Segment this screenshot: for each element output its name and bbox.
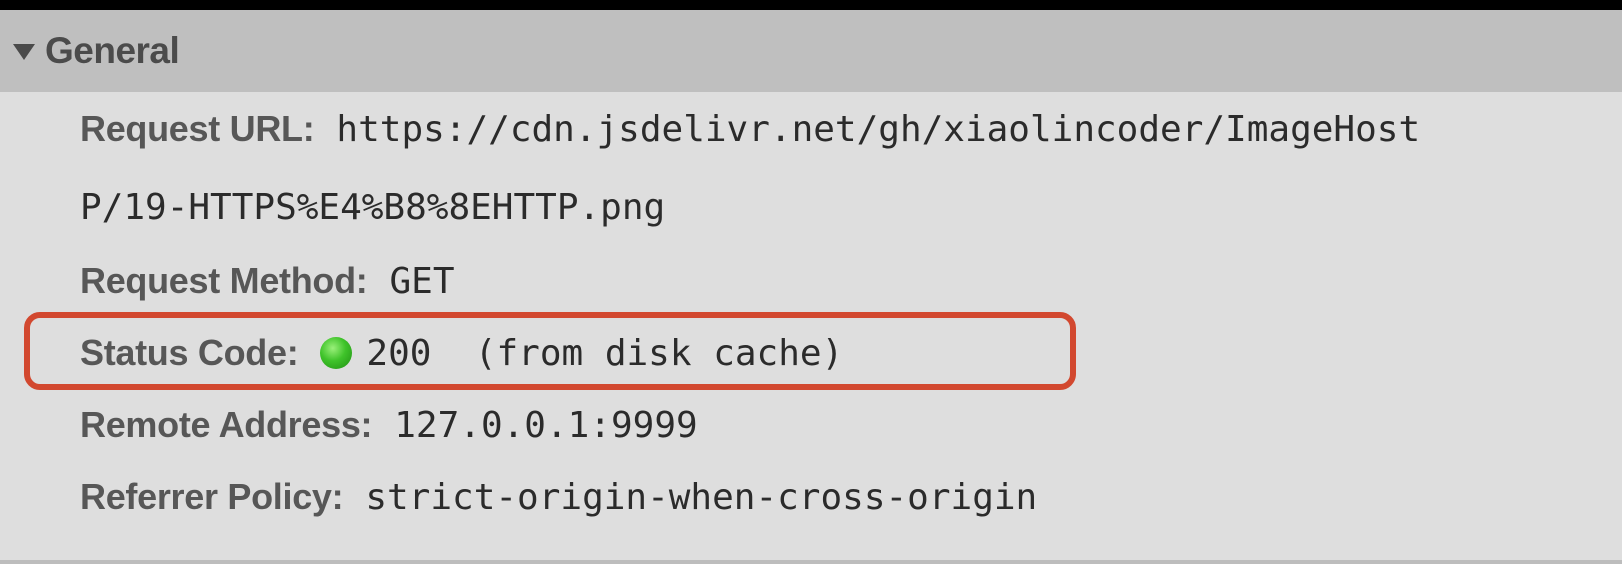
headers-panel: General Request URL: https://cdn.jsdeliv…: [0, 10, 1622, 564]
disclosure-triangle-icon[interactable]: [13, 44, 35, 60]
status-code-value[interactable]: 200 (from disk cache): [366, 333, 843, 374]
referrer-policy-value[interactable]: strict-origin-when-cross-origin: [365, 477, 1037, 518]
request-url-row: Request URL: https://cdn.jsdelivr.net/gh…: [80, 104, 1420, 154]
request-method-value[interactable]: GET: [390, 261, 455, 302]
status-code-row: Status Code: 200 (from disk cache): [80, 328, 843, 378]
request-url-value[interactable]: https://cdn.jsdelivr.net/gh/xiaolincoder…: [336, 109, 1420, 150]
status-ok-icon: [320, 337, 353, 369]
request-url-label: Request URL:: [80, 108, 315, 149]
request-method-label: Request Method:: [80, 260, 368, 301]
status-code-label: Status Code:: [80, 332, 299, 373]
referrer-policy-row: Referrer Policy: strict-origin-when-cros…: [80, 472, 1037, 522]
remote-address-row: Remote Address: 127.0.0.1:9999: [80, 400, 698, 450]
general-section-header[interactable]: General: [0, 10, 1622, 92]
section-divider: [0, 560, 1622, 564]
request-url-value-continued[interactable]: P/19-HTTPS%E4%B8%8EHTTP.png: [80, 182, 665, 232]
section-title: General: [45, 30, 180, 71]
remote-address-value[interactable]: 127.0.0.1:9999: [394, 405, 697, 446]
remote-address-label: Remote Address:: [80, 404, 373, 445]
referrer-policy-label: Referrer Policy:: [80, 476, 344, 517]
request-method-row: Request Method: GET: [80, 256, 455, 306]
